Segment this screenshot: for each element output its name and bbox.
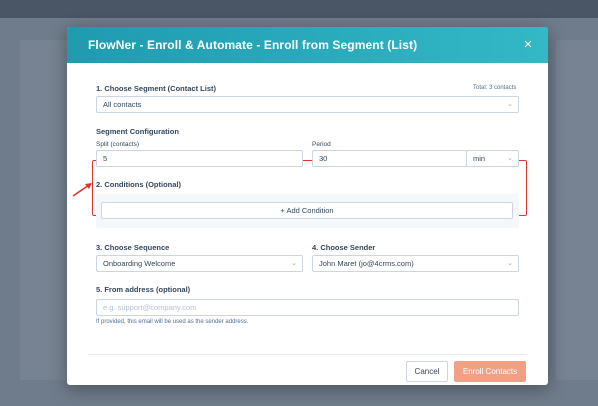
segment-label: 1. Choose Segment (Contact List) (96, 84, 217, 93)
sequence-select-value: Onboarding Welcome (103, 259, 176, 268)
from-address-input[interactable]: e.g. support@company.com (96, 299, 519, 316)
footer-divider (88, 354, 527, 355)
background-topbar (0, 0, 598, 18)
sender-select[interactable]: John Maret (jo@4crms.com) ⌄ (312, 255, 519, 272)
enroll-modal: FlowNer - Enroll & Automate - Enroll fro… (67, 27, 548, 385)
sender-label: 4. Choose Sender (312, 243, 376, 252)
period-input-value: 30 (319, 154, 328, 163)
from-address-label: 5. From address (optional) (96, 285, 191, 294)
segment-select-value: All contacts (103, 100, 142, 109)
conditions-label: 2. Conditions (Optional) (96, 180, 181, 189)
from-address-help: If provided, this email will be used as … (96, 319, 249, 325)
split-input[interactable]: 5 (96, 150, 303, 167)
conditions-panel: + Add Condition (96, 194, 519, 228)
period-unit-select[interactable]: min ⌄ (466, 150, 519, 167)
cancel-button[interactable]: Cancel (406, 361, 448, 382)
period-label: Period (312, 141, 331, 148)
chevron-down-icon: ⌄ (291, 260, 297, 267)
segment-total: Total: 3 contacts (473, 85, 517, 91)
modal-header: FlowNer - Enroll & Automate - Enroll fro… (67, 27, 548, 63)
modal-title: FlowNer - Enroll & Automate - Enroll fro… (88, 38, 418, 52)
period-input[interactable]: 30 (312, 150, 467, 167)
add-condition-button[interactable]: + Add Condition (101, 202, 513, 219)
chevron-down-icon: ⌄ (507, 260, 513, 267)
red-arrow-icon (72, 183, 92, 197)
close-icon[interactable]: × (520, 37, 536, 53)
sender-select-value: John Maret (jo@4crms.com) (319, 259, 414, 268)
split-input-value: 5 (103, 154, 108, 163)
from-address-placeholder: e.g. support@company.com (103, 303, 197, 312)
background-right-panel (556, 40, 598, 380)
sequence-select[interactable]: Onboarding Welcome ⌄ (96, 255, 303, 272)
sequence-label: 3. Choose Sequence (96, 243, 170, 252)
period-unit-value: min (473, 154, 486, 163)
chevron-down-icon: ⌄ (507, 101, 513, 108)
split-label: Split (contacts) (96, 141, 139, 148)
enroll-contacts-button[interactable]: Enroll Contacts (454, 361, 526, 382)
config-title: Segment Configuration (96, 127, 179, 136)
segment-select[interactable]: All contacts ⌄ (96, 96, 519, 113)
chevron-down-icon: ⌄ (507, 155, 513, 162)
background-left-panel (20, 40, 68, 380)
